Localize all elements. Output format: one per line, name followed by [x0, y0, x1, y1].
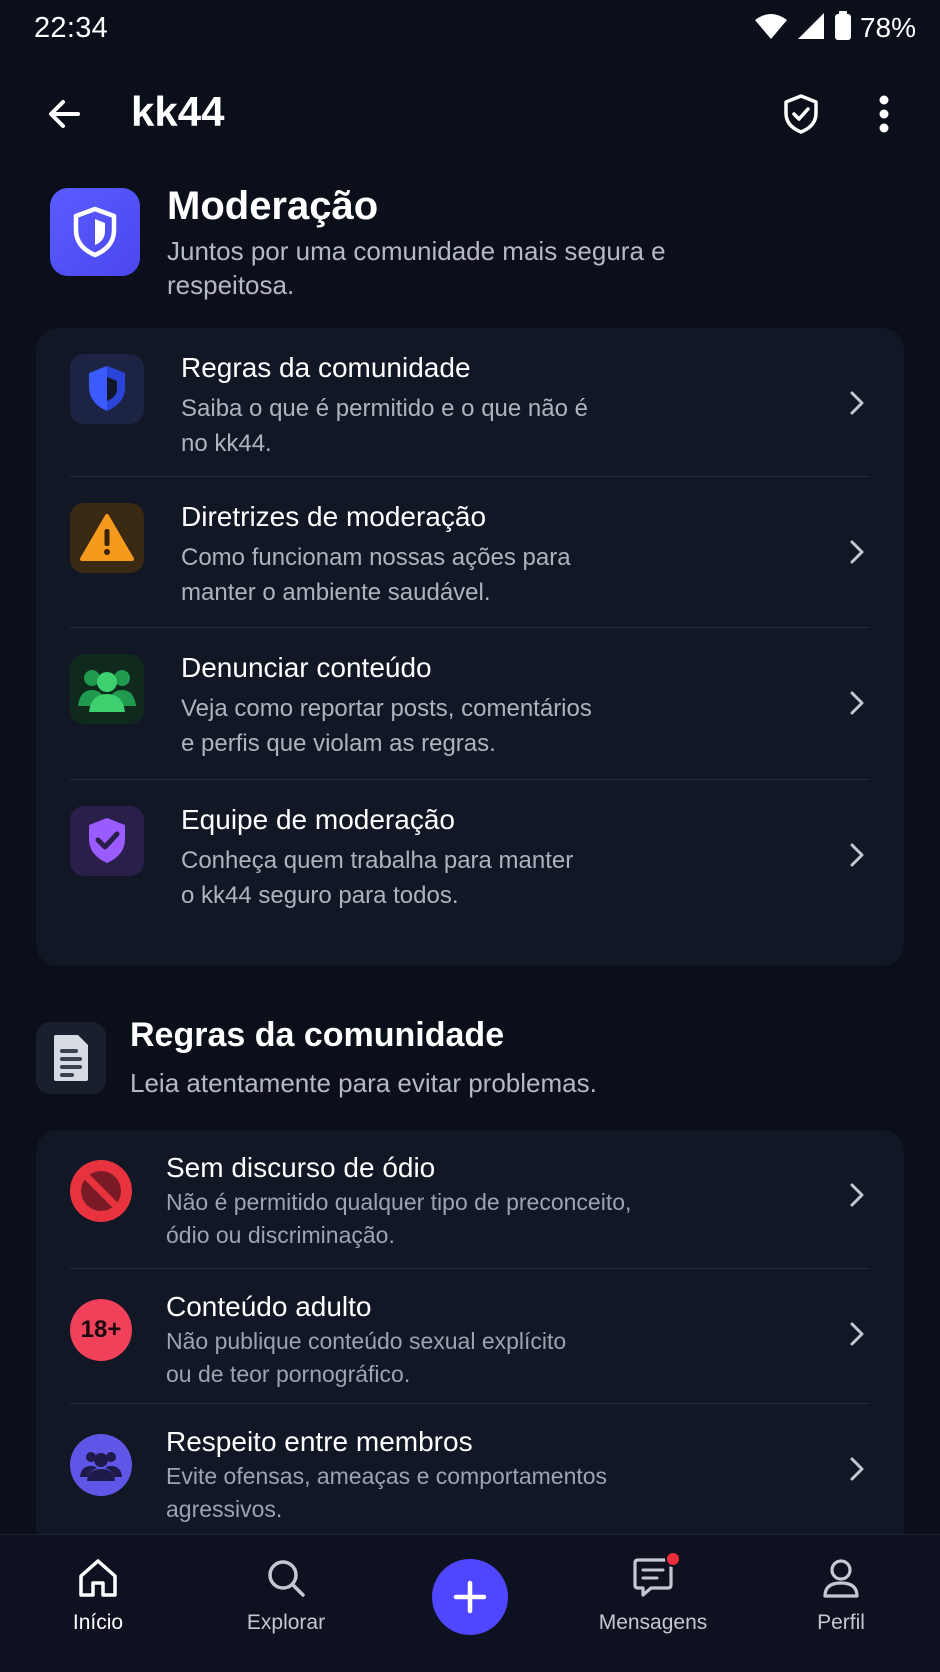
- list-item-no-hate-speech[interactable]: Sem discurso de ódio Não é permitido qua…: [36, 1130, 904, 1268]
- chevron-right-icon: [846, 1180, 868, 1210]
- rules-section-title: Regras da comunidade: [130, 1016, 505, 1054]
- moderation-shield-icon: [50, 188, 140, 276]
- chevron-right-icon: [846, 537, 868, 567]
- chevron-right-icon: [846, 388, 868, 418]
- moderation-shield-button[interactable]: [776, 89, 826, 139]
- battery-percent: 78%: [859, 12, 916, 43]
- list-item-description: Conheça quem trabalha para manter o kk44…: [181, 847, 574, 909]
- chevron-right-icon: [846, 840, 868, 870]
- shield-icon: [70, 354, 144, 424]
- nav-messages[interactable]: Mensagens: [588, 1551, 718, 1635]
- nav-profile-label: Perfil: [817, 1611, 865, 1634]
- nav-messages-label: Mensagens: [598, 1611, 708, 1634]
- list-item-report-content[interactable]: Denunciar conteúdo Veja como reportar po…: [36, 628, 904, 780]
- list-item-description: Não é permitido qualquer tipo de preconc…: [166, 1189, 632, 1248]
- list-item-description: Não publique conteúdo sexual explícito o…: [166, 1328, 567, 1387]
- bottom-navigation: Início Explorar Mensagens Perfil: [0, 1534, 940, 1672]
- chevron-right-icon: [846, 1454, 868, 1484]
- list-item-description: Veja como reportar posts, comentários e …: [181, 695, 592, 757]
- list-item-title: Conteúdo adulto: [166, 1291, 372, 1322]
- page-title: kk44: [131, 88, 225, 135]
- moderation-title: Moderação: [167, 184, 379, 228]
- warning-icon: [70, 503, 144, 573]
- status-icons: 78%: [754, 10, 916, 46]
- plus-icon: [453, 1580, 487, 1614]
- group-icon: [70, 1434, 132, 1496]
- list-item-title: Regras da comunidade: [181, 352, 471, 383]
- signal-icon: [796, 12, 826, 45]
- rules-card: Sem discurso de ódio Não é permitido qua…: [36, 1130, 904, 1550]
- user-icon: [823, 1559, 859, 1598]
- prohibited-icon: [70, 1160, 132, 1222]
- list-item-description: Evite ofensas, ameaças e comportamentos …: [166, 1463, 608, 1522]
- battery-icon: [834, 10, 852, 46]
- create-post-button[interactable]: [432, 1559, 508, 1635]
- list-item-community-rules[interactable]: Regras da comunidade Saiba o que é permi…: [36, 328, 904, 476]
- app-bar: kk44: [0, 72, 940, 158]
- moderation-card: Regras da comunidade Saiba o que é permi…: [36, 328, 904, 966]
- moderation-header: Moderação Juntos por uma comunidade mais…: [50, 184, 890, 308]
- moderation-subtitle: Juntos por uma comunidade mais segura e …: [167, 236, 666, 300]
- nav-explore[interactable]: Explorar: [221, 1557, 351, 1635]
- search-icon: [268, 1560, 305, 1597]
- document-icon: [36, 1022, 106, 1094]
- chevron-right-icon: [846, 688, 868, 718]
- shield-check-icon: [784, 94, 818, 134]
- nav-explore-label: Explorar: [246, 1611, 326, 1634]
- list-item-moderation-guidelines[interactable]: Diretrizes de moderação Como funcionam n…: [36, 477, 904, 627]
- users-icon: [70, 654, 144, 724]
- list-item-title: Respeito entre membros: [166, 1426, 473, 1457]
- back-button[interactable]: [40, 90, 88, 138]
- more-options-button[interactable]: [860, 89, 908, 139]
- rules-section-subtitle: Leia atentamente para evitar problemas.: [130, 1068, 597, 1098]
- more-vertical-icon: [879, 95, 889, 133]
- nav-profile[interactable]: Perfil: [776, 1557, 906, 1635]
- status-bar: 22:34 78%: [0, 0, 940, 56]
- chevron-right-icon: [846, 1319, 868, 1349]
- shield-check-icon: [70, 806, 144, 876]
- status-time: 22:34: [34, 11, 109, 44]
- list-item-title: Denunciar conteúdo: [181, 652, 432, 683]
- list-item-description: Saiba o que é permitido e o que não é no…: [181, 395, 588, 457]
- list-item-title: Diretrizes de moderação: [181, 501, 487, 532]
- arrow-left-icon: [49, 100, 80, 128]
- rules-section-header: Regras da comunidade Leia atentamente pa…: [36, 1016, 904, 1110]
- home-icon: [79, 1559, 117, 1597]
- list-item-description: Como funcionam nossas ações para manter …: [181, 544, 571, 606]
- list-item-adult-content[interactable]: 18+ Conteúdo adulto Não publique conteúd…: [36, 1269, 904, 1403]
- wifi-icon: [754, 12, 788, 45]
- list-item-moderation-team[interactable]: Equipe de moderação Conheça quem trabalh…: [36, 780, 904, 932]
- list-item-title: Equipe de moderação: [181, 804, 455, 835]
- 18plus-icon: 18+: [70, 1299, 132, 1361]
- list-item-respect-members[interactable]: Respeito entre membros Evite ofensas, am…: [36, 1404, 904, 1544]
- nav-home[interactable]: Início: [33, 1557, 163, 1635]
- nav-home-label: Início: [72, 1611, 124, 1634]
- notification-badge: [665, 1551, 681, 1567]
- list-item-title: Sem discurso de ódio: [166, 1152, 436, 1183]
